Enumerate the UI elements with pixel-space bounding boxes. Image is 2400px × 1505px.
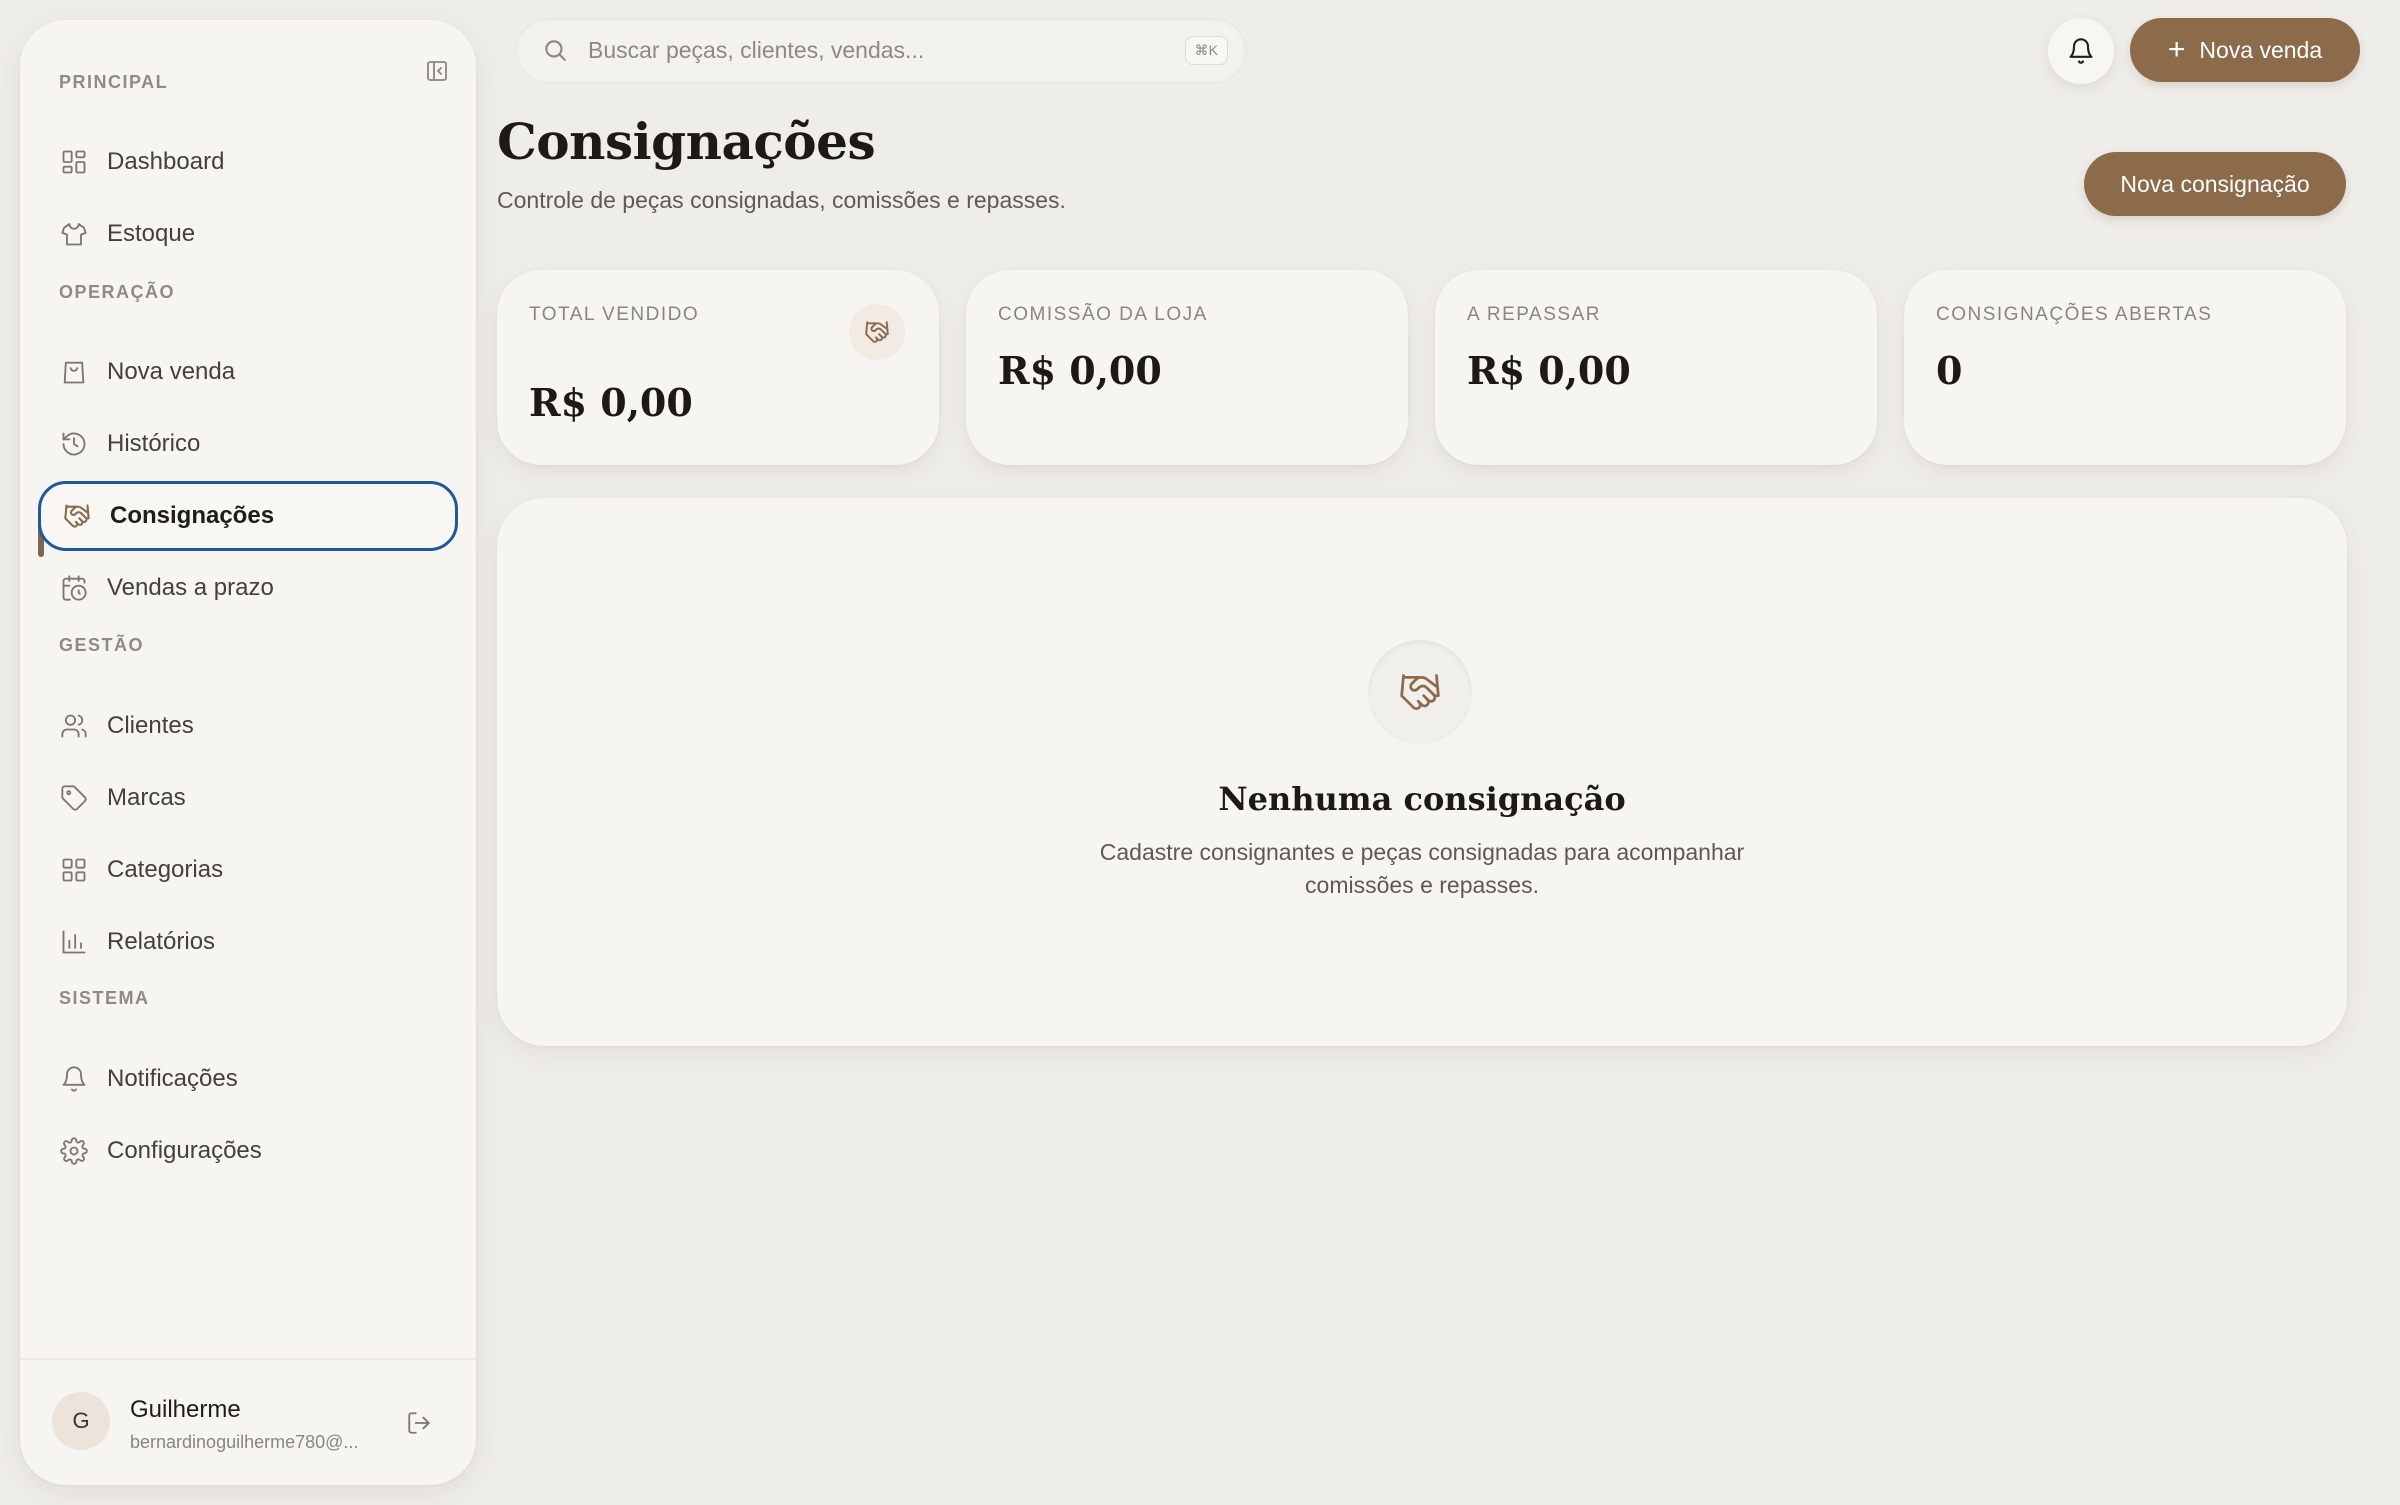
sidebar-item-estoque[interactable]: Estoque xyxy=(38,199,458,269)
bar-chart-icon xyxy=(58,926,90,958)
sidebar-item-relatorios[interactable]: Relatórios xyxy=(38,907,458,977)
bell-icon xyxy=(58,1063,90,1095)
search-bar[interactable]: ⌘K xyxy=(516,18,1246,82)
sidebar-item-label: Notificações xyxy=(107,1065,238,1092)
empty-state-panel: Nenhuma consignação Cadastre consignante… xyxy=(497,498,2347,1046)
stat-value: R$ 0,00 xyxy=(529,380,693,425)
sidebar-item-vendas-a-prazo[interactable]: Vendas a prazo xyxy=(38,553,458,623)
new-sale-button[interactable]: + Nova venda xyxy=(2130,18,2360,82)
sidebar-item-marcas[interactable]: Marcas xyxy=(38,763,458,833)
notifications-button[interactable] xyxy=(2048,18,2114,84)
tag-icon xyxy=(58,782,90,814)
plus-icon: + xyxy=(2167,33,2186,66)
stat-label: COMISSÃO DA LOJA xyxy=(998,304,1208,325)
grid-icon xyxy=(58,146,90,178)
stat-label: CONSIGNAÇÕES ABERTAS xyxy=(1936,304,2213,325)
panel-left-icon xyxy=(427,61,447,81)
search-input[interactable] xyxy=(588,36,1185,64)
handshake-icon xyxy=(849,304,905,360)
sidebar-item-dashboard[interactable]: Dashboard xyxy=(38,127,458,197)
sidebar-item-label: Relatórios xyxy=(107,928,216,955)
section-label-gestao: GESTÃO xyxy=(59,635,145,655)
gear-icon xyxy=(58,1135,90,1167)
new-sale-label: Nova venda xyxy=(2199,36,2323,63)
shopping-bag-icon xyxy=(58,356,90,388)
section-label-operacao: OPERAÇÃO xyxy=(59,282,176,302)
empty-state-title: Nenhuma consignação xyxy=(1218,780,1626,818)
stat-label: TOTAL VENDIDO xyxy=(529,304,700,325)
stat-card-a-repassar: A REPASSAR R$ 0,00 xyxy=(1435,270,1877,465)
sidebar-item-label: Categorias xyxy=(107,856,224,883)
sidebar-item-label: Clientes xyxy=(107,712,194,739)
empty-state-description: Cadastre consignantes e peças consignada… xyxy=(1099,839,1745,898)
sidebar-item-label: Dashboard xyxy=(107,148,225,175)
grid-icon xyxy=(58,854,90,886)
sidebar: PRINCIPAL Dashboard Estoque OPERAÇÃO Nov… xyxy=(20,20,476,1485)
section-label-principal: PRINCIPAL xyxy=(59,72,169,92)
page-subtitle: Controle de peças consignadas, comissões… xyxy=(497,187,1066,213)
keyboard-shortcut-badge: ⌘K xyxy=(1184,35,1228,65)
section-label-sistema: SISTEMA xyxy=(59,988,150,1008)
stat-card-consignacoes-abertas: CONSIGNAÇÕES ABERTAS 0 xyxy=(1904,270,2346,465)
shirt-icon xyxy=(58,218,90,250)
stat-value: R$ 0,00 xyxy=(1467,348,1631,393)
bell-icon xyxy=(2069,38,2093,64)
user-email: bernardinoguilherme780@... xyxy=(130,1432,359,1452)
sidebar-item-label: Configurações xyxy=(107,1137,262,1164)
sidebar-item-nova-venda[interactable]: Nova venda xyxy=(38,337,458,407)
sidebar-item-label: Vendas a prazo xyxy=(107,574,274,601)
stat-value: R$ 0,00 xyxy=(998,348,1162,393)
stat-card-total-vendido: TOTAL VENDIDO R$ 0,00 xyxy=(497,270,939,465)
sidebar-item-label: Nova venda xyxy=(107,358,236,385)
sidebar-item-label: Consignações xyxy=(110,502,275,529)
handshake-icon xyxy=(1368,640,1472,744)
sidebar-item-label: Estoque xyxy=(107,220,196,247)
sidebar-item-label: Marcas xyxy=(107,784,186,811)
stat-card-comissao-loja: COMISSÃO DA LOJA R$ 0,00 xyxy=(966,270,1408,465)
sidebar-item-categorias[interactable]: Categorias xyxy=(38,835,458,905)
sidebar-item-label: Histórico xyxy=(107,430,201,457)
new-consignment-button[interactable]: Nova consignação xyxy=(2084,152,2346,216)
page-title: Consignações xyxy=(497,112,876,171)
app-root: PRINCIPAL Dashboard Estoque OPERAÇÃO Nov… xyxy=(0,0,2400,1505)
search-icon xyxy=(542,36,570,64)
avatar[interactable]: G xyxy=(52,1392,110,1450)
stat-label: A REPASSAR xyxy=(1467,304,1601,325)
handshake-icon xyxy=(61,500,93,532)
sidebar-item-consignacoes[interactable]: Consignações xyxy=(38,481,458,551)
sidebar-divider xyxy=(20,1358,476,1360)
sidebar-collapse-button[interactable] xyxy=(420,54,454,88)
sidebar-item-notificacoes[interactable]: Notificações xyxy=(38,1044,458,1114)
stat-value: 0 xyxy=(1936,348,1963,393)
sidebar-item-clientes[interactable]: Clientes xyxy=(38,691,458,761)
logout-icon xyxy=(408,1412,430,1434)
logout-button[interactable] xyxy=(402,1406,436,1440)
users-icon xyxy=(58,710,90,742)
sidebar-item-historico[interactable]: Histórico xyxy=(38,409,458,479)
user-name: Guilherme xyxy=(130,1396,241,1423)
sidebar-item-configuracoes[interactable]: Configurações xyxy=(38,1116,458,1186)
history-icon xyxy=(58,428,90,460)
calendar-clock-icon xyxy=(58,572,90,604)
